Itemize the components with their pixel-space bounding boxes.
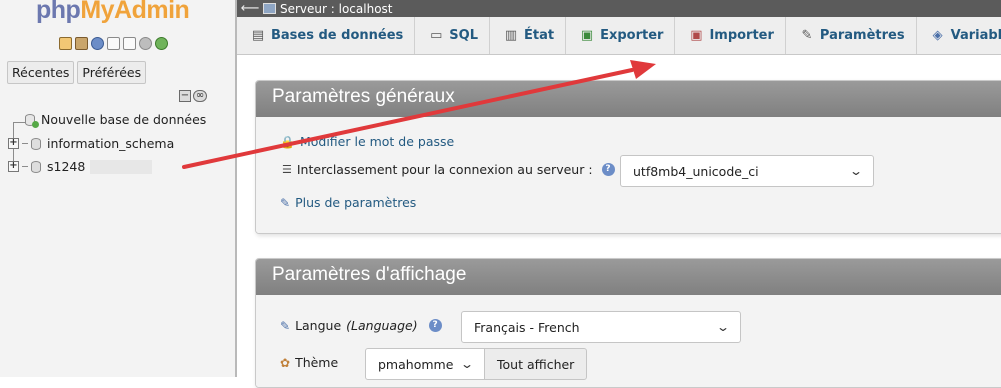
tab-import[interactable]: ▣ Importer (675, 17, 786, 54)
list-icon: ☰ (282, 163, 292, 176)
tab-settings[interactable]: ✎ Paramètres (786, 17, 917, 54)
home-icon[interactable] (59, 37, 72, 50)
display-settings-title: Paramètres d'affichage (256, 259, 1001, 295)
tree-tools: − ∞ (179, 90, 207, 102)
general-settings-body: 🔒 Modifier le mot de passe ☰ Interclasse… (256, 117, 1001, 233)
settings-icon[interactable] (139, 37, 152, 50)
annotation-arrow-head (630, 60, 656, 79)
collation-select[interactable]: utf8mb4_unicode_ci ⌄ (620, 155, 874, 187)
tab-status[interactable]: ▥ État (490, 17, 567, 54)
docs-icon[interactable] (107, 37, 120, 50)
phpmyadmin-logo[interactable]: phpMyAdmin (36, 0, 190, 25)
general-settings-panel: Paramètres généraux 🔒 Modifier le mot de… (255, 80, 1001, 234)
more-settings-row: ✎ Plus de paramètres (280, 195, 416, 210)
sql-icon: ▭ (430, 28, 443, 43)
language-row: ✎ Langue (Language) ? (280, 318, 442, 333)
tree-item-information-schema[interactable]: + information_schema (8, 136, 174, 151)
database-icon (31, 137, 41, 150)
nav-icon-row (59, 37, 168, 50)
tree-item-new-database[interactable]: Nouvelle base de données (25, 112, 206, 128)
new-database-icon (25, 113, 39, 128)
redacted-block (90, 159, 153, 174)
variables-icon: ◈ (932, 28, 943, 43)
tree-item-s1248[interactable]: + s1248 (8, 159, 153, 174)
display-settings-panel: Paramètres d'affichage ✎ Langue (Languag… (255, 258, 1001, 388)
help-icon[interactable]: ? (428, 319, 442, 332)
theme-select[interactable]: pmahomme ⌄ (365, 348, 485, 380)
collapse-all-icon[interactable]: − (179, 90, 191, 102)
status-icon: ▥ (504, 28, 518, 43)
language-select[interactable]: Français - French ⌄ (461, 311, 741, 343)
chevron-down-icon: ⌄ (459, 357, 475, 371)
tab-sql[interactable]: ▭ SQL (415, 17, 490, 54)
wrench-icon: ✎ (801, 28, 813, 43)
collation-row: ☰ Interclassement pour la connexion au s… (282, 162, 615, 177)
tab-recent[interactable]: Récentes (7, 61, 75, 84)
expand-icon[interactable]: + (8, 138, 19, 149)
exit-icon[interactable] (75, 37, 88, 50)
breadcrumb: ⟵ Serveur : localhost (237, 0, 1001, 17)
database-icon: ▤ (251, 28, 265, 43)
theme-row: ✿ Thème (280, 355, 339, 370)
expand-icon[interactable]: + (8, 161, 19, 172)
change-password-row: 🔒 Modifier le mot de passe (280, 134, 454, 149)
collation-label: Interclassement pour la connexion au ser… (296, 162, 593, 177)
general-settings-title: Paramètres généraux (256, 81, 1001, 117)
sql-docs-icon[interactable] (123, 37, 136, 50)
database-icon (31, 160, 41, 173)
tab-variables[interactable]: ◈ Variables (917, 17, 1001, 54)
nav-tabs: Récentes Préférées (7, 61, 147, 84)
back-arrow-icon[interactable]: ⟵ (237, 1, 263, 16)
link-icon[interactable]: ∞ (193, 90, 207, 102)
display-settings-body: ✎ Langue (Language) ? Français - French … (256, 295, 1001, 387)
change-password-link[interactable]: Modifier le mot de passe (300, 134, 454, 149)
more-settings-link[interactable]: Plus de paramètres (295, 195, 416, 210)
chevron-down-icon: ⌄ (848, 164, 864, 178)
reload-icon[interactable] (155, 37, 168, 50)
help-icon[interactable] (91, 37, 104, 50)
language-icon: ✎ (280, 318, 291, 333)
breadcrumb-server[interactable]: Serveur : localhost (280, 2, 393, 16)
import-icon: ▣ (690, 28, 703, 43)
top-menu: ▤ Bases de données ▭ SQL ▥ État ▣ Export… (237, 17, 1001, 55)
wrench-icon: ✎ (280, 195, 291, 210)
navigation-panel: phpMyAdmin Récentes Préférées − ∞ Nouvel… (0, 0, 237, 377)
lock-icon: 🔒 (280, 134, 295, 149)
export-icon: ▣ (580, 28, 594, 43)
chevron-down-icon: ⌄ (715, 320, 731, 334)
tab-export[interactable]: ▣ Exporter (566, 17, 676, 54)
show-all-themes-button[interactable]: Tout afficher (484, 348, 588, 380)
help-icon[interactable]: ? (601, 163, 615, 176)
tab-databases[interactable]: ▤ Bases de données (237, 17, 416, 54)
tab-favorites[interactable]: Préférées (77, 61, 147, 84)
server-icon (263, 3, 276, 14)
palette-icon: ✿ (280, 355, 291, 370)
